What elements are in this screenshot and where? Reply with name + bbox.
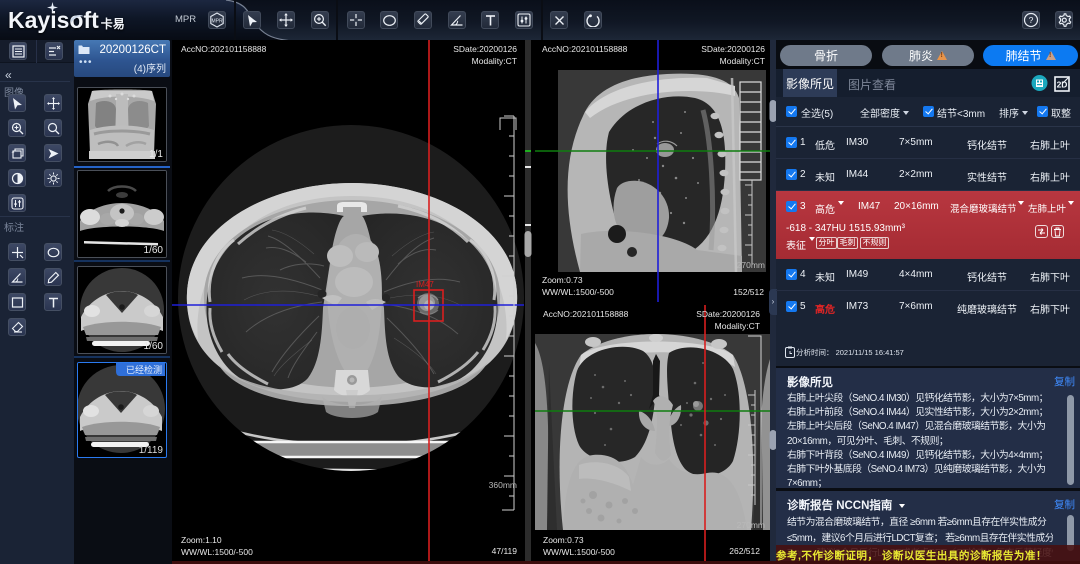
svg-text:MPR: MPR <box>211 18 223 24</box>
svg-text:IM47: IM47 <box>416 280 434 289</box>
svg-text:?: ? <box>1029 15 1034 25</box>
svg-text:已经检测: 已经检测 <box>126 364 162 375</box>
